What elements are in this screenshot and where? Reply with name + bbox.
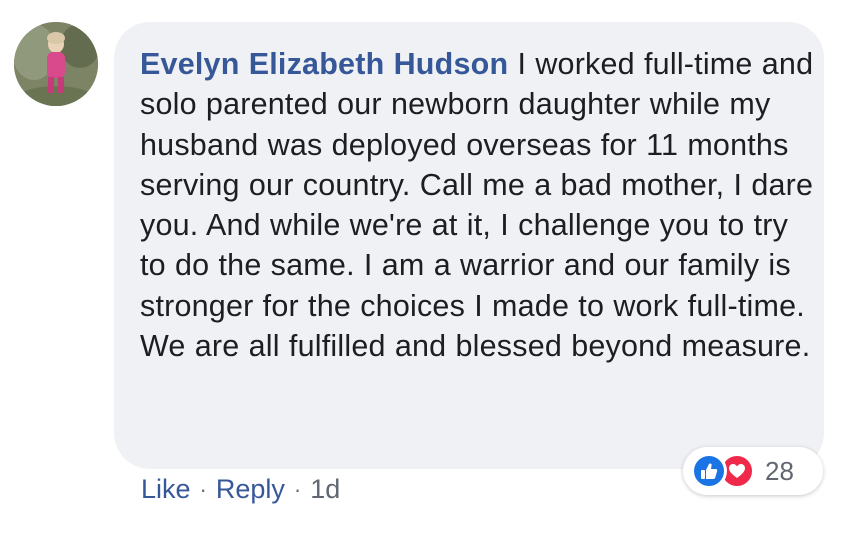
comment-text: I worked full-time and solo parented our… [140, 47, 814, 364]
comment-body: Evelyn Elizabeth Hudson I worked full-ti… [140, 44, 820, 366]
comment-bubble: Evelyn Elizabeth Hudson I worked full-ti… [114, 22, 824, 469]
separator-dot: · [293, 476, 302, 502]
reply-link[interactable]: Reply [216, 474, 285, 505]
like-link[interactable]: Like [141, 474, 191, 505]
reaction-count: 28 [765, 455, 794, 486]
author-name-link[interactable]: Evelyn Elizabeth Hudson [140, 47, 508, 81]
reactions-summary[interactable]: 28 [683, 447, 823, 495]
timestamp-link[interactable]: 1d [310, 474, 340, 505]
avatar[interactable] [14, 22, 98, 106]
comment-actions: Like · Reply · 1d [141, 474, 340, 505]
thumbs-up-icon [691, 453, 727, 489]
avatar-photo [14, 22, 98, 106]
separator-dot: · [199, 476, 207, 502]
